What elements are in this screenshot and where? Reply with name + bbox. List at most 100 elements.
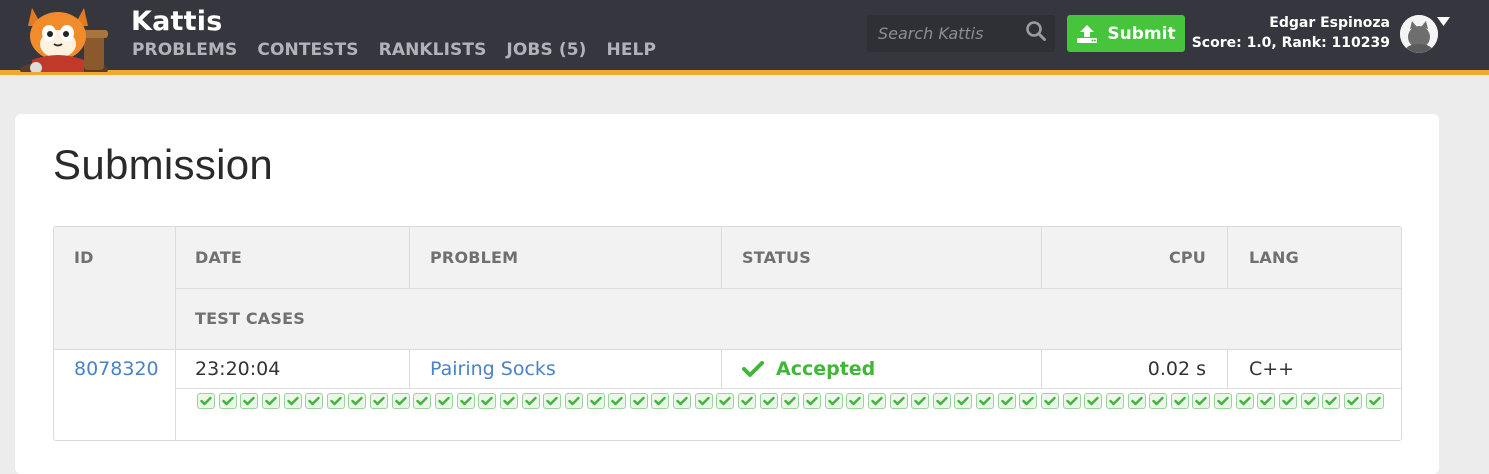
column-header-problem[interactable]: PROBLEM xyxy=(430,248,518,267)
test-case-accepted-icon[interactable] xyxy=(586,393,605,409)
test-case-accepted-icon[interactable] xyxy=(1214,393,1233,409)
user-avatar-icon[interactable] xyxy=(1400,15,1438,53)
test-case-accepted-icon[interactable] xyxy=(1040,393,1059,409)
test-case-accepted-icon[interactable] xyxy=(1170,393,1189,409)
test-case-accepted-icon[interactable] xyxy=(889,393,908,409)
test-case-accepted-icon[interactable] xyxy=(1300,393,1319,409)
test-case-accepted-icon[interactable] xyxy=(435,393,454,409)
test-case-accepted-icon[interactable] xyxy=(781,393,800,409)
test-case-accepted-icon[interactable] xyxy=(197,393,215,409)
cpu-time: 0.02 s xyxy=(1147,358,1206,380)
test-case-accepted-icon[interactable] xyxy=(1149,393,1168,409)
test-case-accepted-icon[interactable] xyxy=(1084,393,1103,409)
test-case-accepted-icon[interactable] xyxy=(521,393,540,409)
test-case-accepted-icon[interactable] xyxy=(1279,393,1298,409)
test-case-list xyxy=(197,393,1387,409)
divider xyxy=(409,227,410,288)
test-case-accepted-icon[interactable] xyxy=(1343,393,1362,409)
kattis-cat-logo-icon[interactable] xyxy=(14,2,118,72)
caret-down-icon[interactable] xyxy=(1437,17,1450,26)
search-icon[interactable] xyxy=(1025,20,1047,42)
column-header-test-cases: TEST CASES xyxy=(195,309,305,328)
test-case-accepted-icon[interactable] xyxy=(629,393,648,409)
test-case-accepted-icon[interactable] xyxy=(802,393,821,409)
test-case-accepted-icon[interactable] xyxy=(716,393,735,409)
upload-icon xyxy=(1077,24,1098,43)
test-case-accepted-icon[interactable] xyxy=(1257,393,1276,409)
test-case-accepted-icon[interactable] xyxy=(1127,393,1146,409)
test-case-accepted-icon[interactable] xyxy=(413,393,432,409)
divider xyxy=(54,349,1401,350)
problem-link[interactable]: Pairing Socks xyxy=(430,358,556,380)
divider xyxy=(1227,227,1228,288)
divider xyxy=(1227,349,1228,388)
column-header-status[interactable]: STATUS xyxy=(742,248,811,267)
test-case-accepted-icon[interactable] xyxy=(738,393,757,409)
test-case-accepted-icon[interactable] xyxy=(694,393,713,409)
test-case-accepted-icon[interactable] xyxy=(976,393,995,409)
column-header-id[interactable]: ID xyxy=(74,248,94,267)
nav-jobs[interactable]: JOBS (5) xyxy=(506,40,586,60)
test-case-accepted-icon[interactable] xyxy=(370,393,389,409)
test-case-accepted-icon[interactable] xyxy=(543,393,562,409)
column-header-cpu[interactable]: CPU xyxy=(1169,248,1206,267)
status-text: Accepted xyxy=(776,358,876,380)
test-case-accepted-icon[interactable] xyxy=(261,393,280,409)
test-case-accepted-icon[interactable] xyxy=(348,393,367,409)
test-case-accepted-icon[interactable] xyxy=(218,393,237,409)
test-case-accepted-icon[interactable] xyxy=(824,393,843,409)
submit-button[interactable]: Submit xyxy=(1067,15,1185,52)
brand-title[interactable]: Kattis xyxy=(131,6,222,37)
test-case-accepted-icon[interactable] xyxy=(456,393,475,409)
user-score: Score: 1.0, Rank: 110239 xyxy=(1191,35,1390,51)
submission-table: ID DATE PROBLEM STATUS CPU LANG TEST CAS… xyxy=(53,226,1402,441)
test-case-accepted-icon[interactable] xyxy=(846,393,865,409)
nav-problems[interactable]: PROBLEMS xyxy=(132,40,237,60)
test-case-accepted-icon[interactable] xyxy=(1105,393,1124,409)
column-header-lang[interactable]: LANG xyxy=(1249,248,1299,267)
test-case-accepted-icon[interactable] xyxy=(499,393,518,409)
nav-ranklists[interactable]: RANKLISTS xyxy=(379,40,487,60)
test-case-accepted-icon[interactable] xyxy=(759,393,778,409)
nav-help[interactable]: HELP xyxy=(607,40,657,60)
submission-id-link[interactable]: 8078320 xyxy=(74,358,159,380)
test-case-accepted-icon[interactable] xyxy=(305,393,324,409)
divider xyxy=(175,227,176,440)
page-title: Submission xyxy=(53,141,274,188)
check-icon xyxy=(742,361,764,377)
test-case-accepted-icon[interactable] xyxy=(651,393,670,409)
divider xyxy=(175,388,1401,389)
divider xyxy=(721,349,722,388)
test-case-accepted-icon[interactable] xyxy=(608,393,627,409)
test-case-accepted-icon[interactable] xyxy=(283,393,302,409)
test-case-accepted-icon[interactable] xyxy=(673,393,692,409)
test-case-accepted-icon[interactable] xyxy=(326,393,345,409)
test-case-accepted-icon[interactable] xyxy=(1019,393,1038,409)
divider xyxy=(1041,349,1042,388)
test-case-accepted-icon[interactable] xyxy=(997,393,1016,409)
user-name[interactable]: Edgar Espinoza xyxy=(1269,15,1390,31)
test-case-accepted-icon[interactable] xyxy=(932,393,951,409)
status-accepted: Accepted xyxy=(742,358,875,380)
test-case-accepted-icon[interactable] xyxy=(954,393,973,409)
language: C++ xyxy=(1249,358,1295,380)
divider xyxy=(1041,227,1042,288)
submission-date: 23:20:04 xyxy=(195,358,281,380)
test-case-accepted-icon[interactable] xyxy=(391,393,410,409)
submit-button-label: Submit xyxy=(1107,23,1176,44)
test-case-accepted-icon[interactable] xyxy=(1235,393,1254,409)
divider xyxy=(175,288,1401,289)
test-case-accepted-icon[interactable] xyxy=(911,393,930,409)
test-case-accepted-icon[interactable] xyxy=(1365,393,1384,409)
test-case-accepted-icon[interactable] xyxy=(564,393,583,409)
test-case-accepted-icon[interactable] xyxy=(478,393,497,409)
nav-contests[interactable]: CONTESTS xyxy=(257,40,358,60)
main-nav: PROBLEMS CONTESTS RANKLISTS JOBS (5) HEL… xyxy=(132,40,656,60)
test-case-accepted-icon[interactable] xyxy=(1192,393,1211,409)
test-case-accepted-icon[interactable] xyxy=(1322,393,1341,409)
search-input[interactable] xyxy=(867,15,1017,52)
column-header-date[interactable]: DATE xyxy=(195,248,242,267)
test-case-accepted-icon[interactable] xyxy=(867,393,886,409)
test-case-accepted-icon[interactable] xyxy=(1062,393,1081,409)
test-case-accepted-icon[interactable] xyxy=(240,393,259,409)
